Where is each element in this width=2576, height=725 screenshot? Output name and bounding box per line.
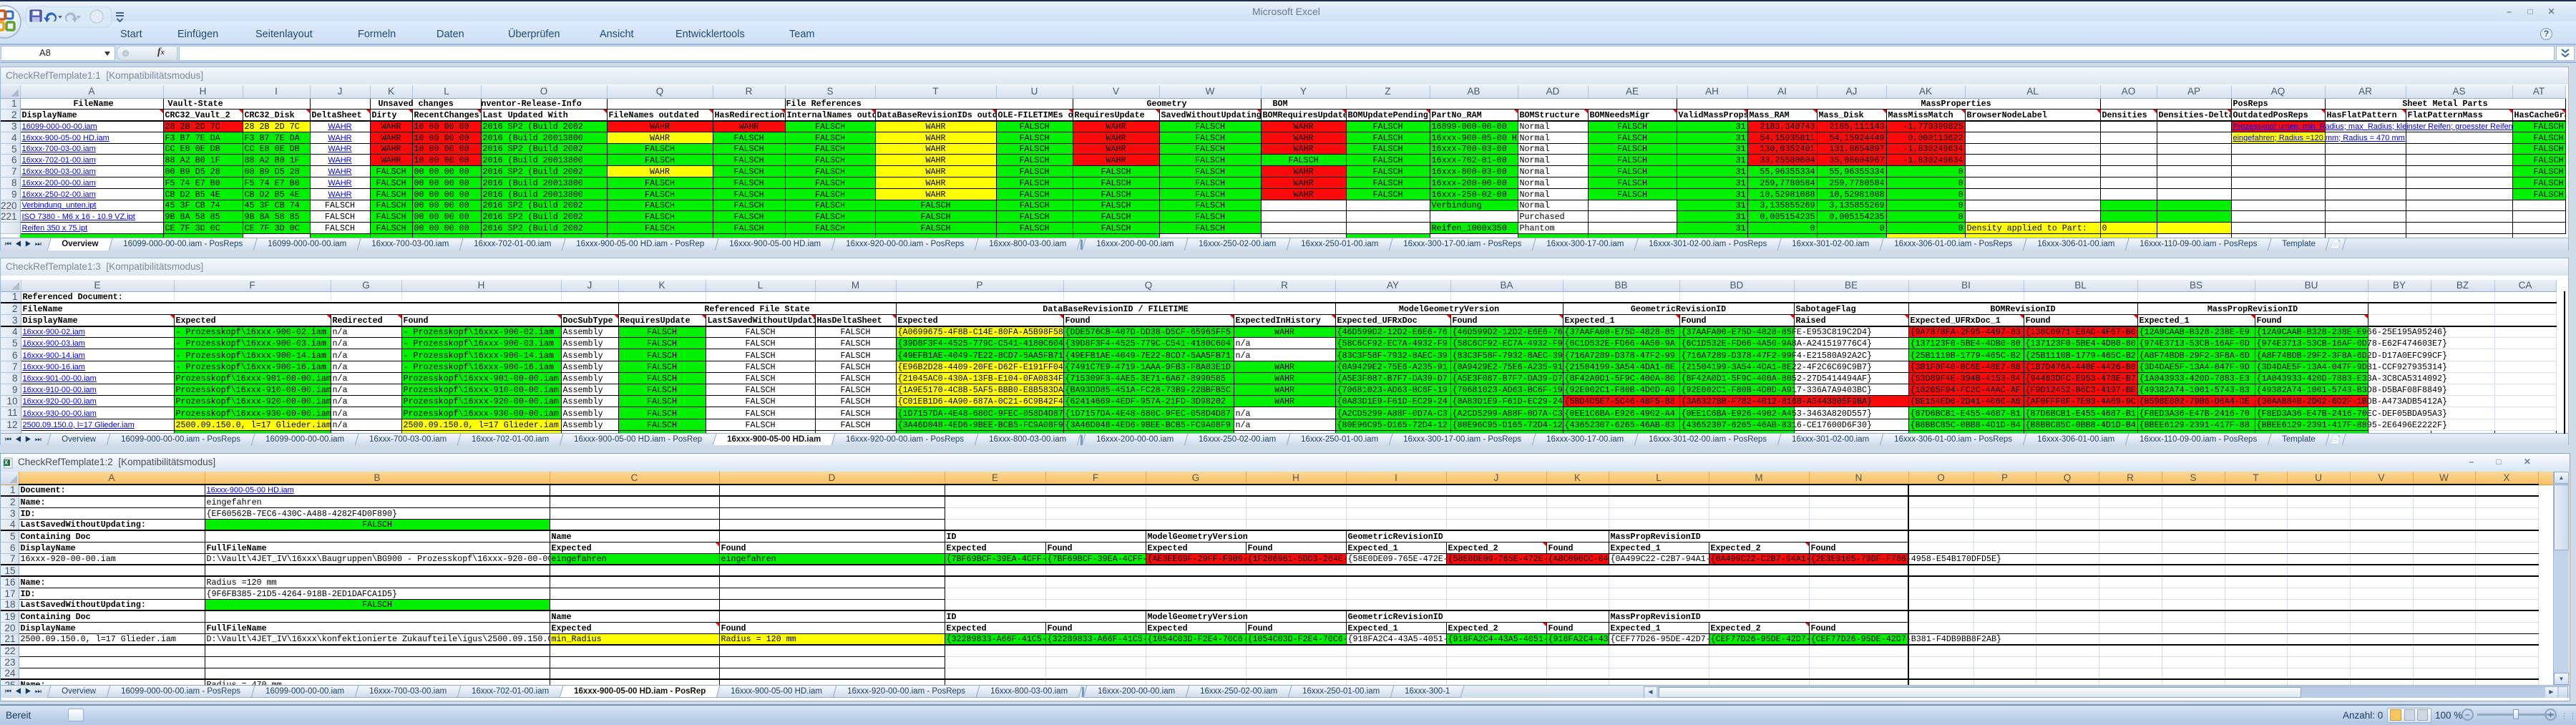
- svg-text:X: X: [4, 459, 9, 466]
